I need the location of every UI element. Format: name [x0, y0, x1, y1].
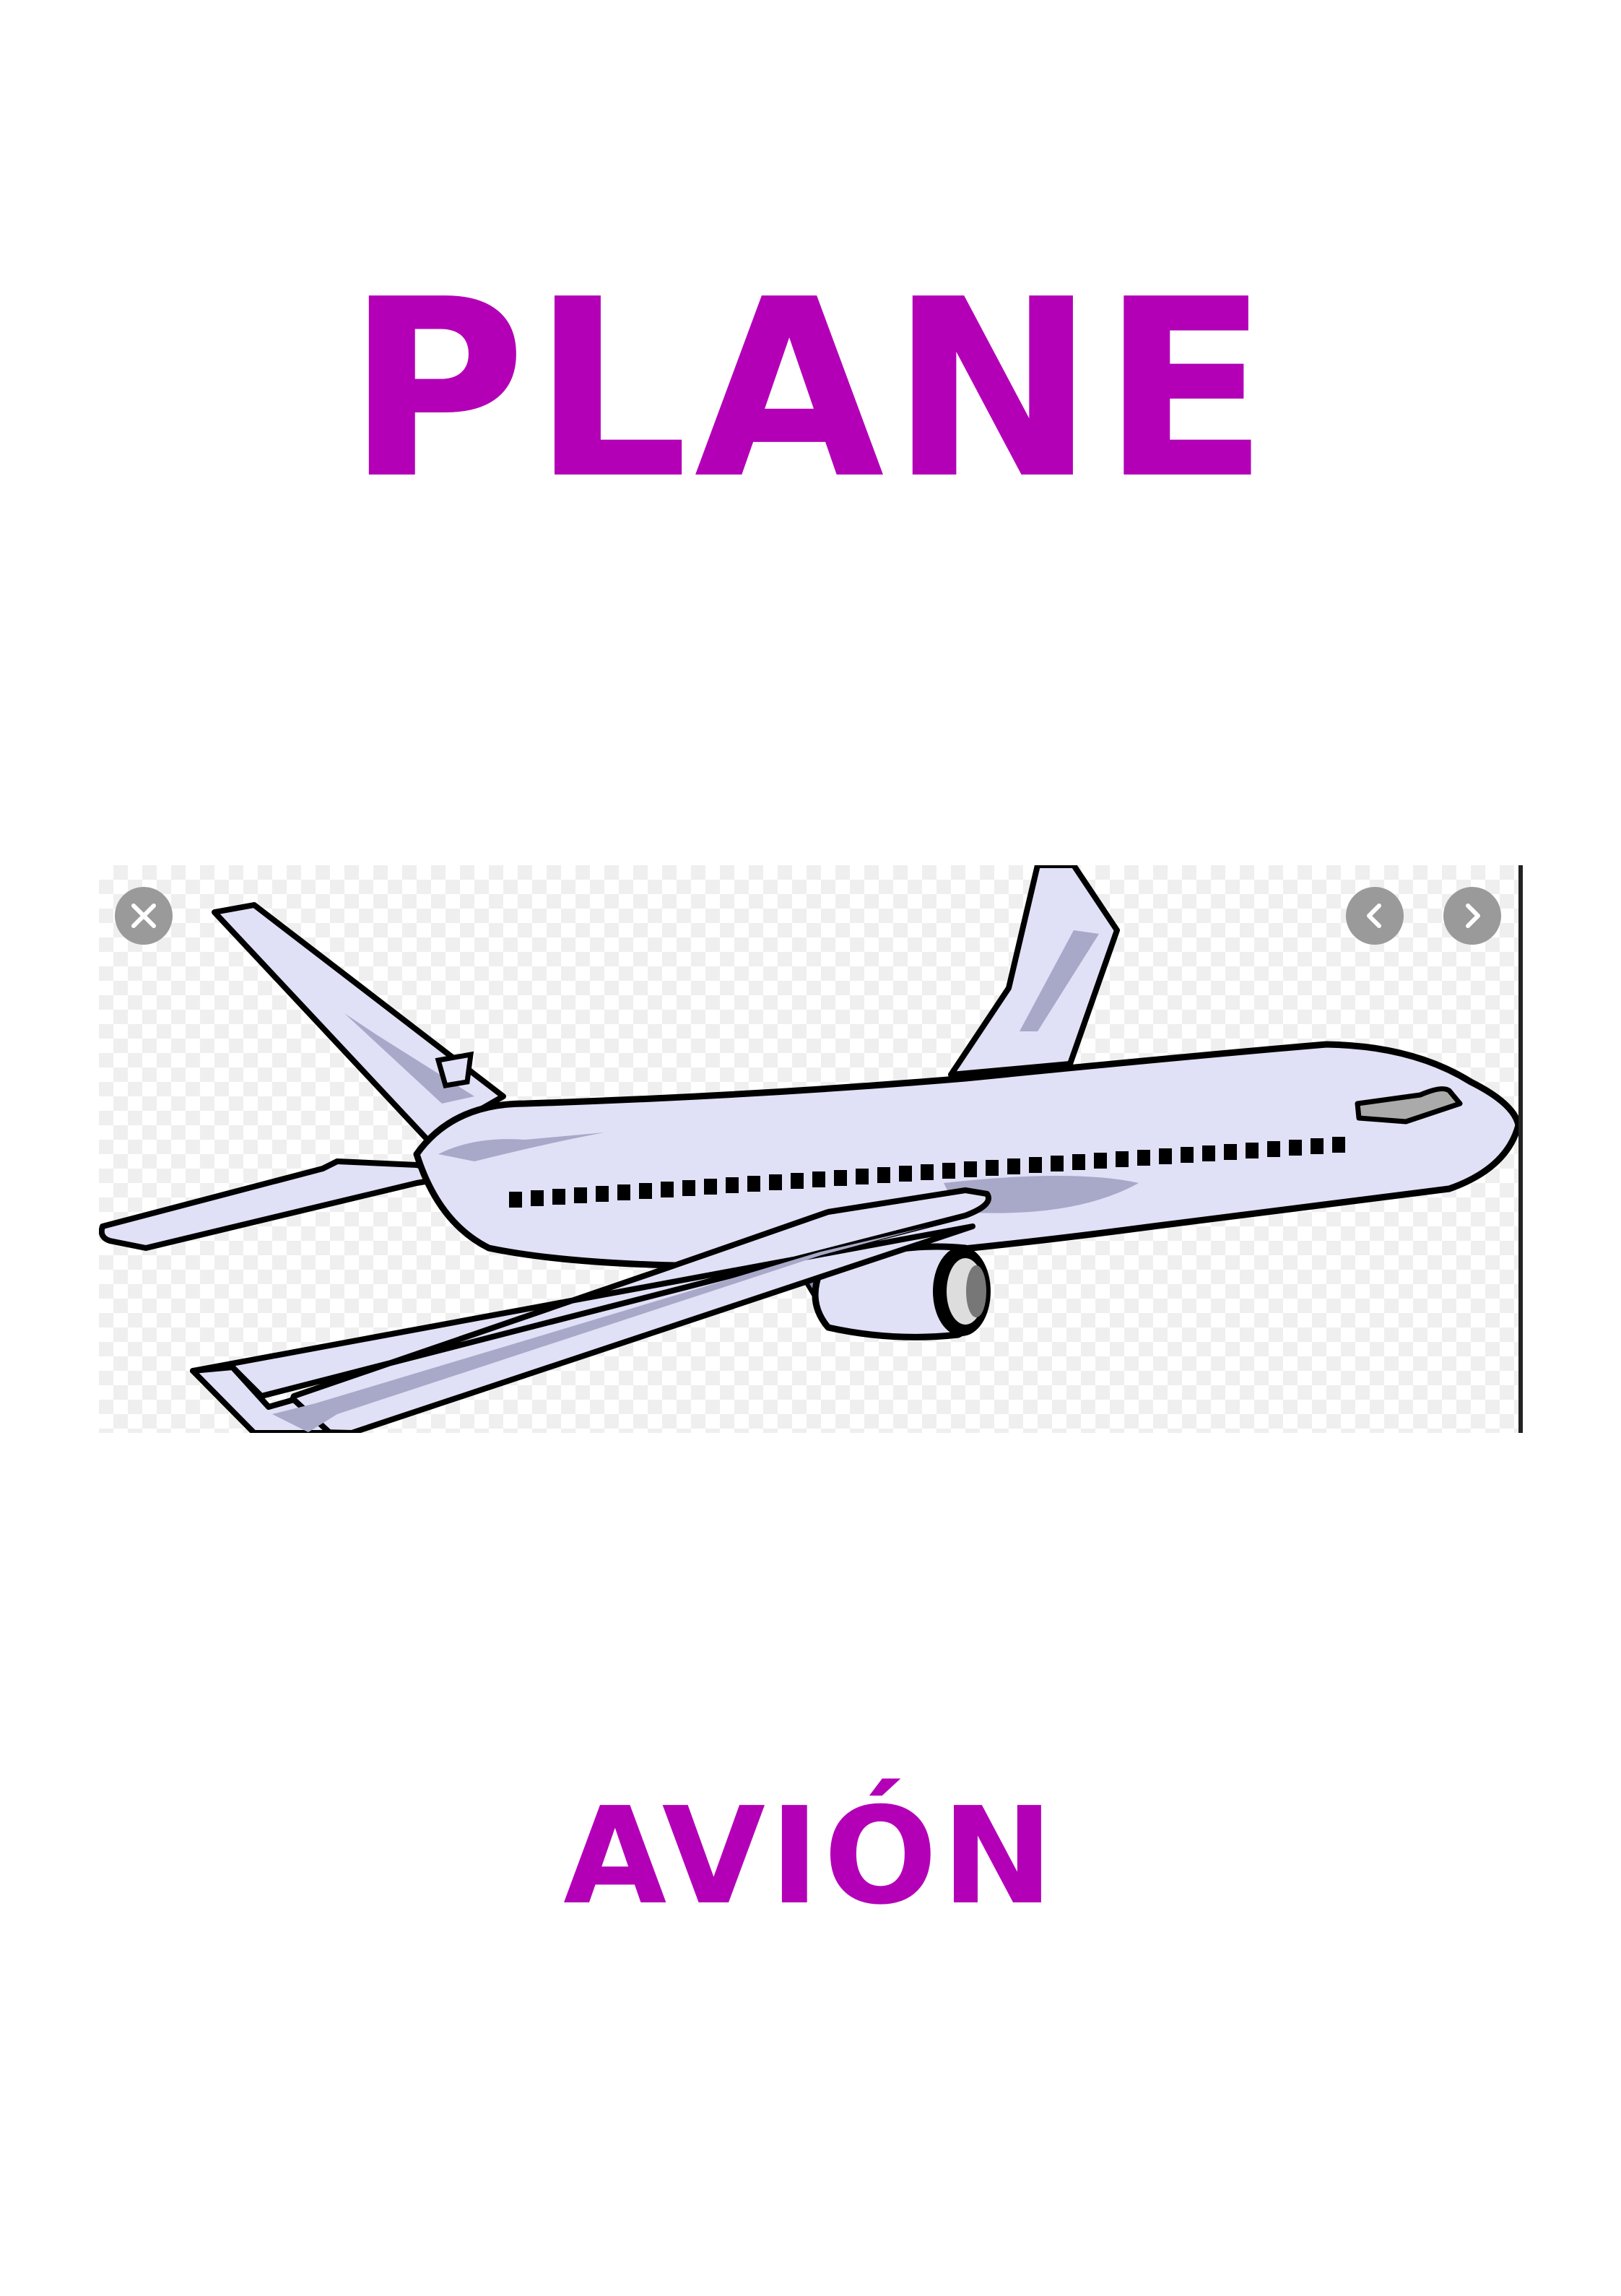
next-image-button[interactable]	[1443, 887, 1501, 945]
close-icon	[131, 904, 156, 928]
chevron-left-icon	[1367, 904, 1381, 928]
previous-image-button[interactable]	[1346, 887, 1404, 945]
airplane-illustration	[99, 865, 1522, 1433]
english-word: PLANE	[346, 247, 1275, 533]
chevron-right-icon	[1466, 904, 1480, 928]
image-viewer	[99, 865, 1523, 1433]
spanish-word: AVIÓN	[563, 1778, 1058, 1934]
frame-edge	[1518, 865, 1523, 1433]
close-button[interactable]	[115, 887, 173, 945]
